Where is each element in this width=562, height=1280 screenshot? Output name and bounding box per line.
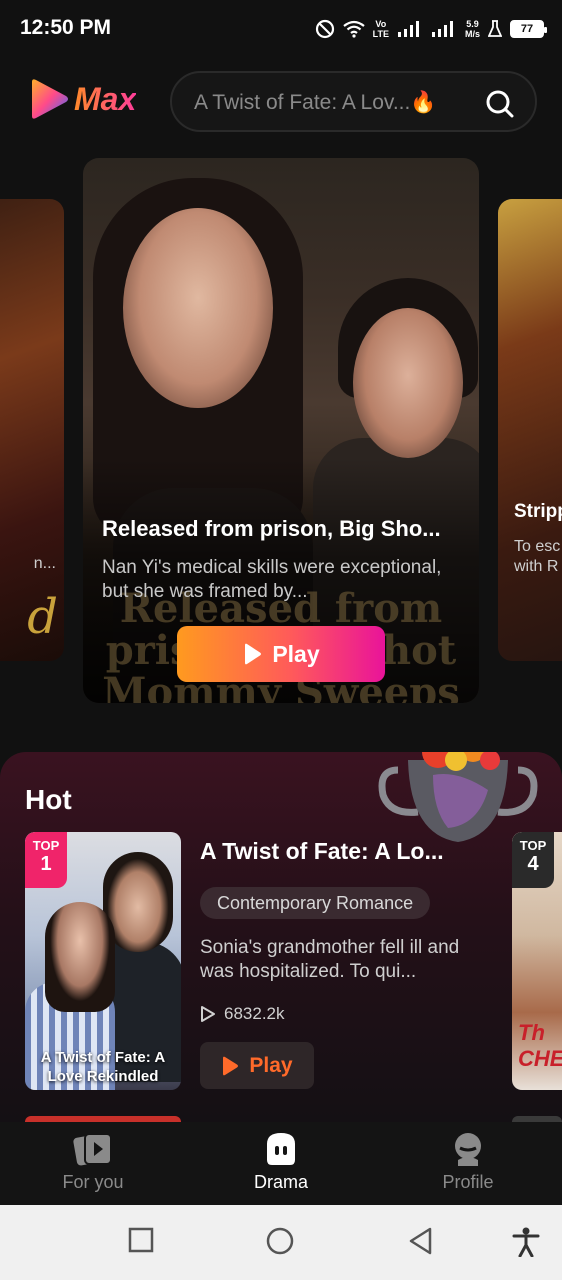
app-logo[interactable]: Max	[28, 76, 148, 122]
carousel-card-featured[interactable]: Released from prison Big Shot Mommy Swee…	[83, 158, 479, 703]
rank-badge: TOP 4	[512, 832, 554, 888]
nav-item-drama[interactable]: Drama	[211, 1130, 351, 1193]
featured-carousel[interactable]: n... d Released from prison Big Shot Mom…	[0, 155, 562, 715]
profile-icon	[455, 1133, 481, 1166]
back-icon[interactable]	[408, 1227, 434, 1255]
app-header: Max A Twist of Fate: A Lov...🔥	[0, 58, 562, 148]
recent-apps-icon[interactable]	[128, 1227, 154, 1253]
bottom-nav: For you Drama Profile	[0, 1122, 562, 1205]
net-speed: 5.9 M/s	[464, 19, 480, 39]
status-icons: Vo LTE 5.9 M/s 77	[315, 16, 547, 42]
signal-icon-1	[397, 21, 419, 37]
featured-description: Nan Yi's medical skills were exceptional…	[102, 557, 442, 602]
hot-item-poster-caption: A Twist of Fate: A Love Rekindled	[40, 1049, 166, 1085]
wifi-icon	[342, 20, 365, 38]
hot-section-title: Hot	[25, 784, 72, 815]
featured-play-label: Play	[272, 640, 320, 667]
view-count-value: 6832.2k	[224, 1004, 285, 1023]
system-navigation-bar	[0, 1205, 562, 1280]
hot-item-next-poster-text: Th CHE	[518, 1020, 562, 1071]
status-time: 12:50 PM	[20, 16, 112, 39]
rank-badge: TOP 1	[25, 832, 67, 888]
signal-icon-2	[431, 21, 453, 37]
logo-text: Max	[74, 80, 137, 117]
featured-title: Released from prison, Big Sho...	[102, 516, 441, 541]
play-outline-icon	[201, 1006, 215, 1022]
play-icon	[245, 643, 262, 665]
carousel-card-next-description: To esc with R	[514, 538, 561, 575]
genre-tag[interactable]: Contemporary Romance	[200, 887, 431, 919]
logo-play-icon	[32, 79, 68, 119]
for-you-icon	[73, 1133, 112, 1166]
poster-face-2	[45, 902, 115, 1012]
search-icon[interactable]	[485, 89, 515, 119]
accessibility-icon[interactable]	[512, 1227, 540, 1257]
search-bar[interactable]: A Twist of Fate: A Lov...🔥	[170, 71, 537, 132]
carousel-card-previous[interactable]: n... d	[0, 199, 64, 661]
nav-item-profile[interactable]: Profile	[398, 1130, 538, 1193]
hot-section: Hot TOP 1 A Twist of Fate: A Love Rekind…	[0, 752, 562, 1122]
search-placeholder: A Twist of Fate: A Lov...🔥	[194, 91, 437, 114]
home-icon[interactable]	[266, 1227, 294, 1255]
battery-indicator: 77	[510, 20, 547, 38]
carousel-card-next-title: Stripp	[514, 501, 562, 522]
view-count: 6832.2k	[200, 1004, 285, 1024]
carousel-card-previous-text: n...	[33, 555, 56, 572]
do-not-disturb-icon	[315, 19, 334, 39]
hot-item-play-button[interactable]: Play	[200, 1042, 314, 1089]
flask-icon	[488, 20, 502, 37]
carousel-card-next[interactable]: Stripp To esc with R	[498, 199, 562, 661]
play-icon	[223, 1056, 239, 1075]
hot-item-title[interactable]: A Twist of Fate: A Lo...	[200, 838, 470, 865]
hot-item-poster[interactable]: TOP 1 A Twist of Fate: A Love Rekindled	[25, 832, 181, 1090]
poster-face	[123, 208, 273, 408]
carousel-card-previous-title-fragment: d	[27, 589, 58, 645]
featured-play-button[interactable]: Play	[177, 626, 385, 682]
hot-item-description: Sonia's grandmother fell ill and was hos…	[200, 937, 460, 982]
status-bar: 12:50 PM Vo LTE 5.9 M/s 77	[0, 0, 562, 58]
hot-item-next-poster[interactable]: TOP 4 Th CHE	[512, 832, 562, 1090]
nav-item-for-you[interactable]: For you	[23, 1130, 163, 1193]
drama-icon	[267, 1133, 295, 1165]
hot-item-play-label: Play	[249, 1053, 293, 1077]
volte-indicator: Vo LTE	[372, 19, 389, 39]
poster-face-2	[353, 308, 463, 458]
